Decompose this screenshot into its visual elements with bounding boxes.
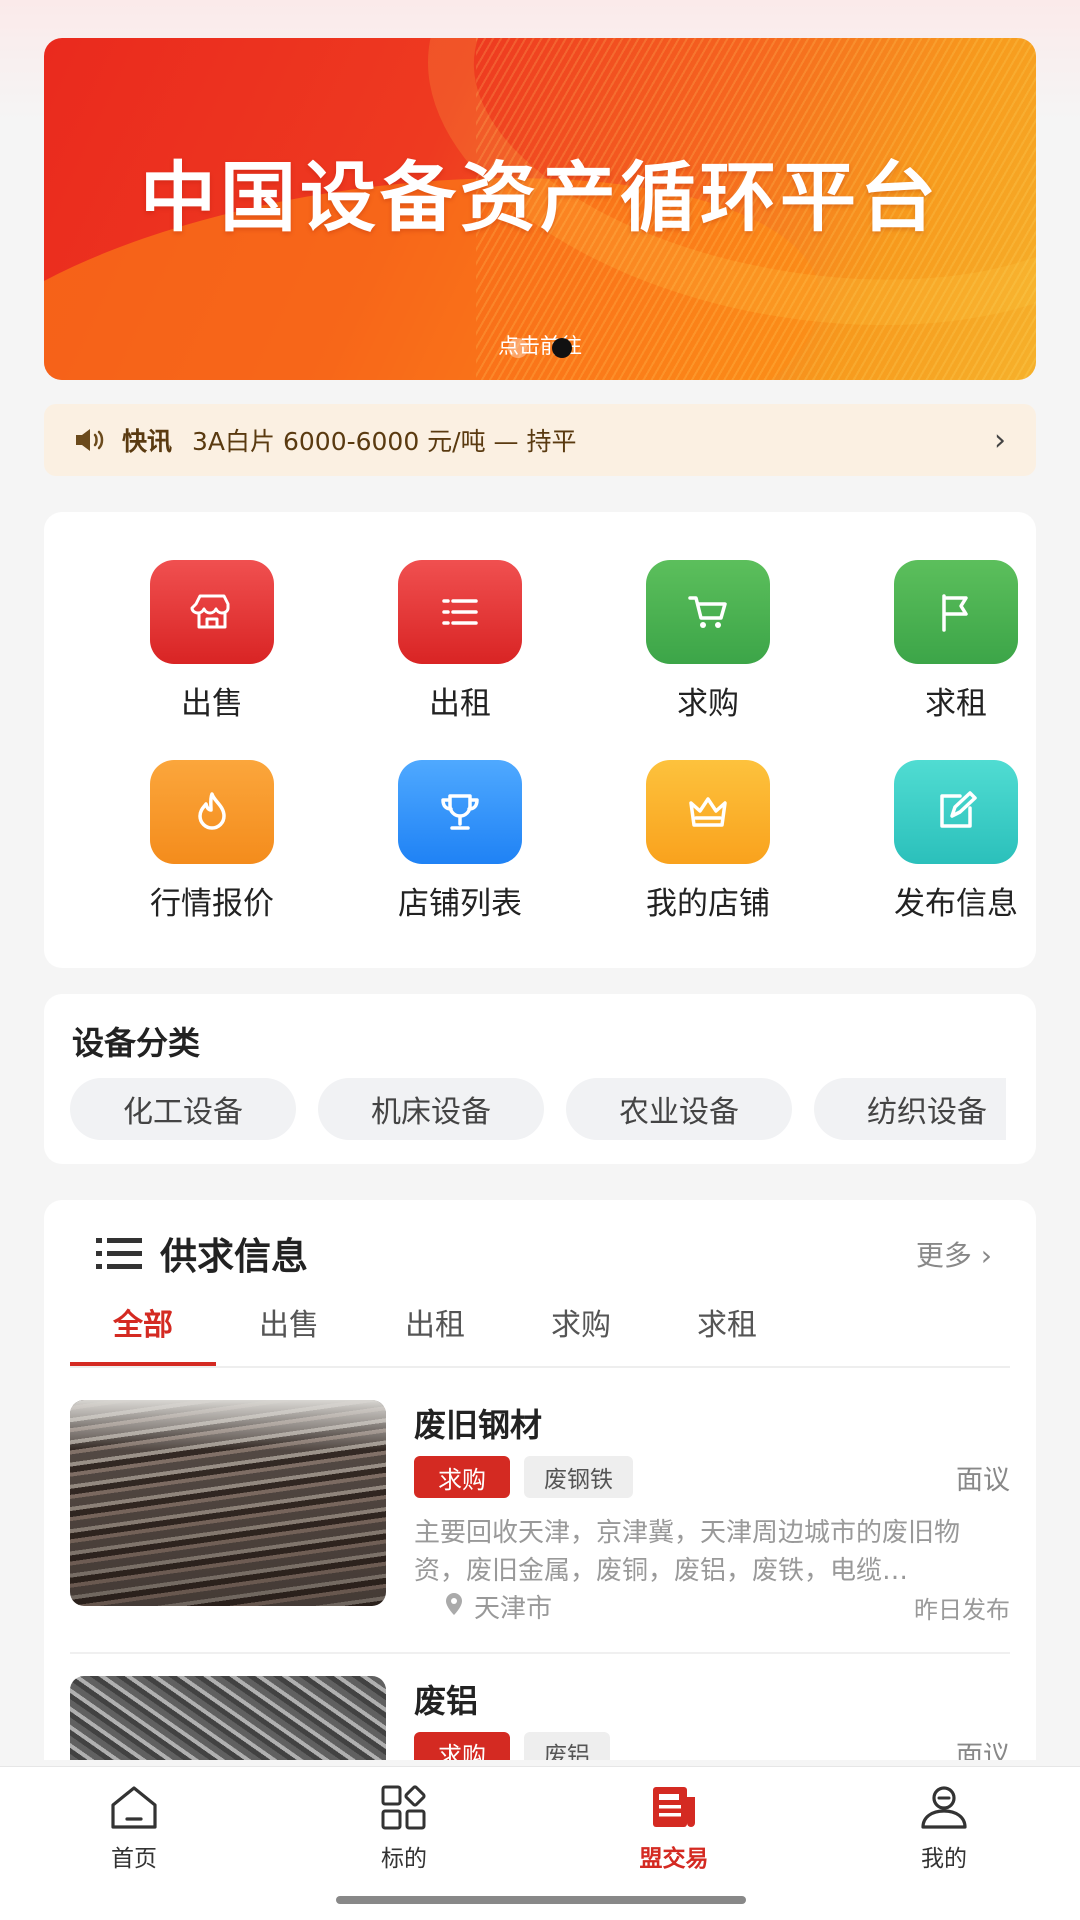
nav-trade[interactable]: 盟交易: [574, 1783, 774, 1873]
carousel-dot-active[interactable]: [552, 338, 572, 358]
cart-icon: [646, 560, 770, 664]
grid-item-seek-rent[interactable]: 求租: [856, 560, 1056, 723]
supply-demand-card: 供求信息 更多 › 全部 出售 出租 求购 求租 废旧钢材 求购 废钢铁 面议 …: [44, 1200, 1036, 1760]
grid-label: 出租: [429, 686, 491, 722]
quick-entry-card: 出售 出租 求购 求租 行情报价 店铺列表 我的店铺 发布信息: [44, 512, 1036, 968]
grid-label: 求租: [925, 686, 987, 722]
grid-item-publish[interactable]: 发布信息: [856, 760, 1056, 923]
promo-banner[interactable]: 中国设备资产循环平台 点击前往: [44, 38, 1036, 380]
category-chip[interactable]: 化工设备: [70, 1078, 296, 1140]
grid-label: 出售: [181, 686, 243, 722]
chevron-right-icon: ›: [980, 1239, 992, 1272]
flag-icon: [894, 560, 1018, 664]
list-item[interactable]: 废旧钢材 求购 废钢铁 面议 主要回收天津，京津冀，天津周边城市的废旧物资，废旧…: [70, 1400, 1010, 1640]
edit-icon: [894, 760, 1018, 864]
category-chip[interactable]: 机床设备: [318, 1078, 544, 1140]
list-icon: [398, 560, 522, 664]
banner-title: 中国设备资产循环平台: [140, 153, 940, 242]
grid-label: 行情报价: [150, 886, 274, 922]
home-indicator[interactable]: [336, 1896, 746, 1904]
item-title: 废铝: [414, 1682, 479, 1720]
news-icon: [653, 1787, 695, 1827]
category-chip[interactable]: 纺织设备: [814, 1078, 1036, 1140]
more-link[interactable]: 更多 ›: [916, 1234, 992, 1274]
category-chip[interactable]: 农业设备: [566, 1078, 792, 1140]
item-thumbnail: [70, 1676, 386, 1760]
item-description: 主要回收天津，京津冀，天津周边城市的废旧物资，废旧金属，废铜，废铝，废铁，电缆…: [414, 1518, 961, 1586]
trophy-icon: [398, 760, 522, 864]
grid-label: 我的店铺: [646, 886, 770, 922]
section-title: 供求信息: [160, 1235, 308, 1278]
nav-label: 我的: [921, 1846, 967, 1872]
category-title: 设备分类: [72, 1024, 201, 1062]
store-icon: [150, 560, 274, 664]
home-icon: [111, 1786, 157, 1829]
grid-item-my-shop[interactable]: 我的店铺: [608, 760, 808, 923]
tab-rent[interactable]: 出租: [362, 1300, 508, 1344]
ticker-tag: 快讯: [122, 427, 173, 456]
list-icon: [96, 1238, 142, 1269]
nav-label: 盟交易: [639, 1846, 709, 1872]
speaker-icon: [76, 429, 104, 451]
list-item[interactable]: 废铝 求购 废铝 面议: [70, 1676, 1010, 1760]
grid-item-sell[interactable]: 出售: [112, 560, 312, 723]
tab-buy[interactable]: 求购: [508, 1300, 654, 1344]
grid-item-buy[interactable]: 求购: [608, 560, 808, 723]
item-title: 废旧钢材: [414, 1406, 543, 1444]
divider: [70, 1652, 1010, 1654]
tab-all[interactable]: 全部: [70, 1300, 216, 1344]
location-pin-icon: [446, 1593, 462, 1615]
grid-label: 发布信息: [894, 886, 1018, 922]
tag-badge: 废钢铁: [524, 1456, 633, 1498]
grid-icon: [381, 1785, 426, 1830]
grid-item-rent[interactable]: 出租: [360, 560, 560, 723]
tab-indicator: [70, 1362, 216, 1366]
tab-sell[interactable]: 出售: [216, 1300, 362, 1344]
nav-mine[interactable]: 我的: [844, 1783, 1044, 1873]
ticker-text: 3A白片 6000-6000 元/吨 — 持平: [192, 427, 577, 456]
item-time: 昨日发布: [914, 1596, 1010, 1624]
item-location: 天津市: [474, 1594, 553, 1624]
category-card: 设备分类 化工设备 机床设备 农业设备 纺织设备: [44, 994, 1036, 1164]
grid-label: 店铺列表: [398, 886, 522, 922]
carousel-dot[interactable]: [508, 338, 528, 358]
type-badge: 求购: [414, 1732, 510, 1760]
carousel-indicator: [44, 338, 1036, 358]
item-price: 面议: [956, 1741, 1010, 1760]
nav-label: 标的: [381, 1846, 427, 1872]
scroll-edge: [1006, 1074, 1036, 1144]
item-price: 面议: [956, 1465, 1010, 1496]
flame-icon: [150, 760, 274, 864]
news-ticker[interactable]: 快讯 3A白片 6000-6000 元/吨 — 持平 ›: [44, 404, 1036, 476]
user-icon: [921, 1786, 967, 1829]
grid-item-shop-list[interactable]: 店铺列表: [360, 760, 560, 923]
nav-targets[interactable]: 标的: [304, 1783, 504, 1873]
grid-item-quotes[interactable]: 行情报价: [112, 760, 312, 923]
tag-badge: 废铝: [524, 1732, 610, 1760]
grid-label: 求购: [677, 686, 739, 722]
more-label: 更多: [915, 1239, 972, 1272]
type-badge: 求购: [414, 1456, 510, 1498]
tab-bar: 全部 出售 出租 求购 求租: [70, 1290, 1010, 1368]
tab-seek-rent[interactable]: 求租: [654, 1300, 800, 1344]
item-thumbnail: [70, 1400, 386, 1606]
nav-label: 首页: [111, 1846, 157, 1872]
nav-home[interactable]: 首页: [34, 1783, 234, 1873]
chevron-right-icon[interactable]: ›: [994, 423, 1006, 458]
crown-icon: [646, 760, 770, 864]
